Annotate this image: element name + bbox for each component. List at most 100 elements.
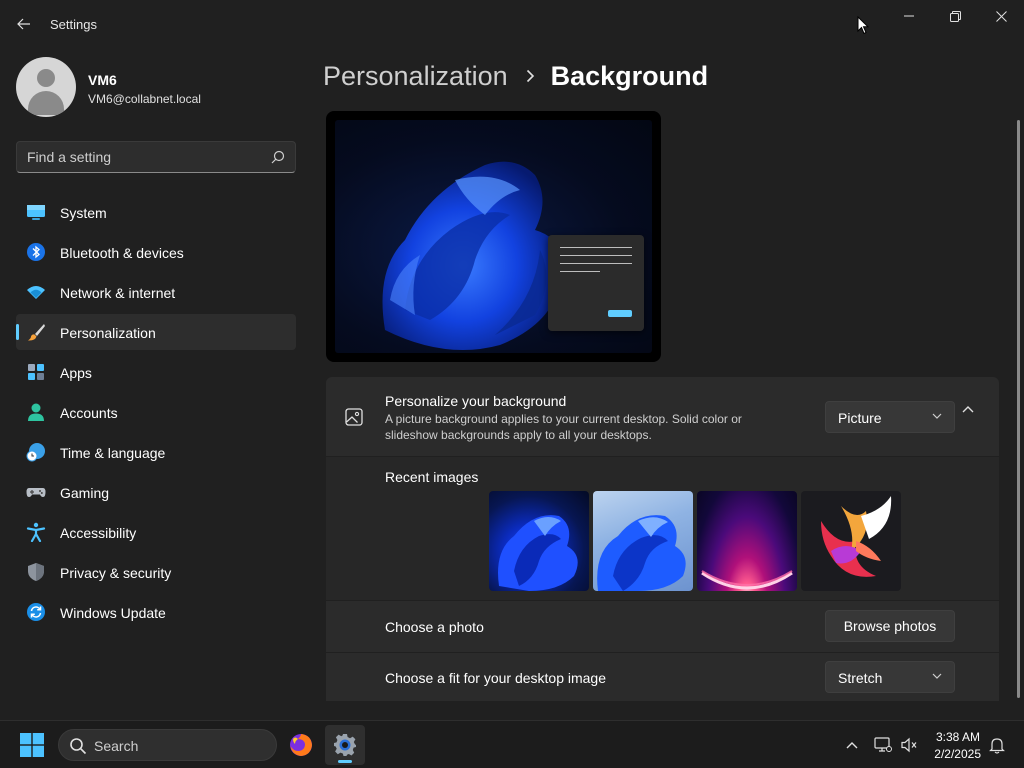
sync-icon — [27, 603, 45, 621]
chevron-down-icon — [932, 413, 942, 419]
windows-logo-icon — [20, 733, 44, 757]
sidebar-item-label: System — [60, 205, 107, 221]
sidebar-item-label: Time & language — [60, 445, 166, 461]
close-icon — [995, 10, 1007, 22]
choose-fit-row: Choose a fit for your desktop image Stre… — [326, 653, 999, 701]
close-button[interactable] — [978, 0, 1024, 32]
recent-image-thumbnail[interactable] — [489, 491, 589, 591]
avatar[interactable] — [16, 57, 76, 117]
sidebar-item-gaming[interactable]: Gaming — [16, 474, 296, 510]
sidebar-item-privacy-security[interactable]: Privacy & security — [16, 554, 296, 590]
vertical-scrollbar[interactable] — [1017, 120, 1020, 698]
search-icon — [271, 150, 285, 164]
taskbar-firefox[interactable] — [281, 725, 321, 765]
accessibility-icon — [26, 522, 46, 542]
sidebar-item-label: Privacy & security — [60, 565, 172, 581]
chevron-down-icon — [932, 673, 942, 679]
taskbar-settings[interactable] — [325, 725, 365, 765]
sidebar-item-system[interactable]: System — [16, 194, 296, 230]
sidebar-item-accounts[interactable]: Accounts — [16, 394, 296, 430]
sidebar-item-label: Accounts — [60, 405, 118, 421]
settings-search-box[interactable] — [16, 141, 296, 173]
taskbar: Search 3:38 AM 2/2/2025 — [0, 720, 1024, 768]
paintbrush-icon — [28, 324, 45, 341]
bluetooth-icon — [27, 243, 45, 261]
wallpaper-preview-image — [335, 120, 652, 353]
volume-status[interactable] — [899, 735, 919, 755]
choose-photo-label: Choose a photo — [385, 619, 484, 635]
network-monitor-icon — [874, 737, 892, 752]
clock-date[interactable]: 2/2/2025 — [925, 747, 981, 761]
sidebar-item-label: Network & internet — [60, 285, 176, 301]
background-type-card: Personalize your background A picture ba… — [326, 377, 999, 456]
shield-icon — [28, 563, 44, 581]
sidebar-item-label: Personalization — [60, 325, 156, 341]
recent-image-thumbnail[interactable] — [801, 491, 901, 591]
choose-fit-label: Choose a fit for your desktop image — [385, 670, 607, 686]
background-card-description: A picture background applies to your cur… — [385, 412, 742, 442]
search-input[interactable] — [27, 142, 267, 172]
sidebar-item-label: Gaming — [60, 485, 110, 501]
bell-icon — [989, 737, 1005, 754]
sidebar-item-label: Windows Update — [60, 605, 166, 621]
gamepad-icon — [26, 488, 46, 497]
clock-time[interactable]: 3:38 AM — [930, 730, 980, 744]
title-bar: Settings — [0, 0, 1024, 48]
sidebar-item-label: Apps — [60, 365, 92, 381]
chevron-up-icon[interactable] — [962, 405, 974, 413]
firefox-icon — [290, 734, 312, 756]
arrow-left-icon — [17, 18, 30, 30]
sidebar-item-personalization[interactable]: Personalization — [16, 314, 296, 350]
show-hidden-icons-button[interactable] — [842, 735, 862, 755]
dropdown-value: Picture — [838, 410, 882, 426]
breadcrumb-parent[interactable]: Personalization — [323, 61, 508, 92]
taskbar-search[interactable]: Search — [58, 729, 277, 761]
taskbar-search-label: Search — [94, 738, 139, 754]
start-button[interactable] — [14, 729, 50, 761]
app-title: Settings — [50, 17, 97, 32]
person-icon — [28, 403, 44, 421]
preview-window-mock — [548, 235, 644, 331]
speaker-muted-icon — [901, 737, 917, 753]
globe-clock-icon — [26, 443, 45, 462]
monitor-icon — [27, 205, 45, 220]
chevron-right-icon — [526, 69, 535, 83]
sidebar-item-windows-update[interactable]: Windows Update — [16, 594, 296, 630]
recent-image-thumbnail[interactable] — [593, 491, 693, 591]
gear-icon — [334, 734, 356, 756]
sidebar-item-apps[interactable]: Apps — [16, 354, 296, 390]
sidebar-item-label: Accessibility — [60, 525, 137, 541]
sidebar-item-bluetooth[interactable]: Bluetooth & devices — [16, 234, 296, 270]
restore-icon — [949, 10, 961, 22]
sidebar-item-accessibility[interactable]: Accessibility — [16, 514, 296, 550]
image-icon — [345, 408, 363, 426]
sidebar-item-time-language[interactable]: Time & language — [16, 434, 296, 470]
choose-photo-row: Choose a photo Browse photos — [326, 601, 999, 652]
background-card-title: Personalize your background — [385, 393, 567, 409]
notifications-button[interactable] — [987, 735, 1007, 755]
sidebar-nav: System Bluetooth & devices Network & int… — [16, 194, 296, 634]
recent-images-label: Recent images — [385, 469, 479, 485]
chevron-up-icon — [846, 742, 858, 749]
browse-photos-button[interactable]: Browse photos — [825, 610, 955, 642]
recent-image-thumbnail[interactable] — [697, 491, 797, 591]
restore-button[interactable] — [932, 0, 978, 32]
background-type-dropdown[interactable]: Picture — [825, 401, 955, 433]
back-button[interactable] — [10, 10, 38, 38]
desktop-preview — [326, 111, 661, 362]
dropdown-value: Stretch — [838, 670, 883, 686]
mouse-pointer-icon — [857, 16, 869, 35]
recent-images-section: Recent images — [326, 457, 999, 600]
network-status[interactable] — [873, 735, 893, 755]
fit-dropdown[interactable]: Stretch — [825, 661, 955, 693]
breadcrumb: Personalization Background — [323, 58, 708, 94]
sidebar-item-network[interactable]: Network & internet — [16, 274, 296, 310]
apps-icon — [28, 364, 44, 380]
sidebar-item-label: Bluetooth & devices — [60, 245, 184, 261]
search-icon — [70, 738, 87, 755]
page-title: Background — [550, 60, 709, 91]
wifi-icon — [27, 286, 45, 299]
user-name: VM6 — [88, 72, 117, 88]
minimize-button[interactable] — [886, 0, 932, 32]
user-email: VM6@collabnet.local — [88, 92, 201, 106]
